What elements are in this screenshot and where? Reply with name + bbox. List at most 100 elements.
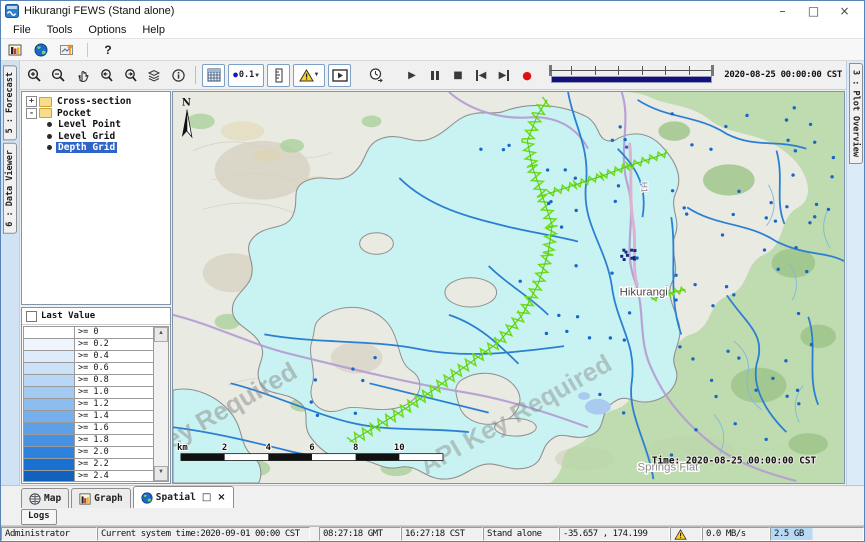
skip-to-end-button[interactable]: ▶ (494, 65, 514, 85)
legend-row[interactable]: >= 1.8 (24, 435, 153, 447)
tab-graph[interactable]: Graph (71, 488, 131, 508)
tree-item-level-grid[interactable]: Level Grid (23, 131, 169, 143)
legend-row[interactable]: >= 1.6 (24, 423, 153, 435)
legend-row[interactable]: >= 1.2 (24, 399, 153, 411)
legend-color-swatch (24, 423, 75, 434)
road-label: H1 (639, 182, 649, 193)
tree-item-cross-section[interactable]: +Cross-section (23, 96, 169, 108)
last-value-checkbox[interactable] (26, 311, 37, 322)
slider-right-cap[interactable] (711, 65, 714, 76)
layers-button[interactable] (144, 65, 165, 86)
time-slider[interactable] (548, 65, 715, 85)
zoom-out-button[interactable] (48, 65, 69, 86)
tab-maximize-icon[interactable]: □ (202, 492, 211, 503)
legend-row-label: >= 0.4 (75, 351, 109, 362)
data-explorer-button[interactable] (5, 41, 25, 59)
maximize-button[interactable]: □ (798, 2, 829, 20)
animation-panel-button[interactable] (328, 64, 351, 87)
scale-tick-label: 6 (309, 443, 314, 453)
title-bar: Hikurangi FEWS (Stand alone) – □ × (1, 1, 864, 21)
legend-row[interactable]: >= 0 (24, 327, 153, 339)
svg-text:km: km (177, 443, 188, 453)
stop-button[interactable]: ■ (448, 65, 468, 85)
folder-icon (39, 97, 52, 107)
scroll-down-icon[interactable]: ▼ (154, 466, 168, 481)
map-display-button[interactable] (31, 41, 51, 59)
grid-display-button[interactable] (202, 64, 225, 87)
folder-icon (39, 108, 52, 118)
tab-map[interactable]: Map (21, 488, 69, 508)
info-button[interactable] (168, 65, 189, 86)
pause-button[interactable] (425, 65, 445, 85)
zoom-in-icon (27, 68, 42, 83)
slider-range-bar[interactable] (551, 76, 712, 83)
tab-plot-overview[interactable]: 3 : Plot Overview (849, 63, 863, 164)
tree-item-pocket[interactable]: -Pocket (23, 108, 169, 120)
legend-row[interactable]: >= 0.4 (24, 351, 153, 363)
tab-spatial[interactable]: Spatial □ × (133, 486, 234, 508)
scroll-up-icon[interactable]: ▲ (154, 327, 168, 342)
legend-row-label: >= 0.2 (75, 339, 109, 350)
record-button[interactable]: ● (517, 65, 537, 85)
menu-options[interactable]: Options (80, 22, 134, 38)
legend-row[interactable]: >= 2.0 (24, 447, 153, 459)
timeseries-display-button[interactable] (57, 41, 77, 59)
tree-item-level-point[interactable]: Level Point (23, 119, 169, 131)
tree-view: +Cross-section-PocketLevel PointLevel Gr… (21, 91, 171, 305)
menu-help[interactable]: Help (134, 22, 173, 38)
map-canvas[interactable]: API Key Required API Key Required N km 2… (173, 92, 844, 483)
class-dot-icon: ● (233, 71, 238, 79)
tab-close-icon[interactable]: × (217, 492, 225, 503)
legend-rows: >= 0>= 0.2>= 0.4>= 0.6>= 0.8>= 1.0>= 1.2… (24, 327, 153, 481)
legend-row[interactable]: >= 0.8 (24, 375, 153, 387)
tab-data-viewer[interactable]: 6 : Data Viewer (3, 143, 17, 234)
collapse-icon[interactable]: - (26, 108, 37, 119)
legend-color-swatch (24, 339, 75, 350)
zoom-next-icon (123, 68, 138, 83)
pause-bar-icon (436, 71, 439, 80)
warning-icon (674, 529, 687, 540)
zoom-previous-button[interactable] (96, 65, 117, 86)
legend-row[interactable]: >= 1.4 (24, 411, 153, 423)
scale-tick-label: 4 (266, 443, 271, 453)
help-button[interactable]: ? (98, 41, 118, 59)
last-value-label: Last Value (41, 311, 95, 321)
legend-row-label: >= 1.4 (75, 411, 109, 422)
zoom-in-button[interactable] (24, 65, 45, 86)
skip-to-start-button[interactable]: ◀ (471, 65, 491, 85)
scale-bar-button[interactable] (267, 64, 290, 87)
legend-row[interactable]: >= 1.0 (24, 387, 153, 399)
menu-tools[interactable]: Tools (39, 22, 81, 38)
legend-color-swatch (24, 387, 75, 398)
logs-button[interactable]: Logs (21, 509, 57, 525)
slider-tick (642, 66, 643, 75)
node-bullet-icon (47, 122, 52, 127)
tab-forecast[interactable]: 5 : Forecast (3, 65, 17, 140)
pan-button[interactable] (72, 65, 93, 86)
expand-icon[interactable]: + (26, 96, 37, 107)
app-logo-icon (5, 4, 19, 18)
legend-color-swatch (24, 435, 75, 446)
legend-row[interactable]: >= 2.4 (24, 471, 153, 481)
time-navigator-button[interactable] (365, 65, 386, 86)
status-warning[interactable] (670, 527, 702, 541)
minimize-button[interactable]: – (767, 2, 798, 20)
map-view[interactable]: API Key Required API Key Required N km 2… (172, 91, 845, 484)
tree-item-depth-grid[interactable]: Depth Grid (23, 142, 169, 154)
legend-row[interactable]: >= 0.2 (24, 339, 153, 351)
zoom-next-button[interactable] (120, 65, 141, 86)
legend-row[interactable]: >= 0.6 (24, 363, 153, 375)
legend-row[interactable]: >= 2.2 (24, 459, 153, 471)
node-bullet-icon (47, 145, 52, 150)
menu-file[interactable]: File (5, 22, 39, 38)
vertical-ruler-icon (273, 68, 285, 83)
legend-scrollbar[interactable]: ▲ ▼ (153, 327, 168, 481)
left-tab-strip: 5 : Forecast 6 : Data Viewer (1, 61, 20, 485)
tree-item-label: Depth Grid (56, 142, 117, 153)
play-button[interactable]: ▶ (402, 65, 422, 85)
status-gap (310, 527, 319, 541)
zoom-out-icon (51, 68, 66, 83)
classification-dropdown[interactable]: ● 0.1 ▼ (228, 64, 264, 87)
thresholds-dropdown[interactable]: ▼ (293, 64, 325, 87)
close-button[interactable]: × (829, 2, 860, 20)
